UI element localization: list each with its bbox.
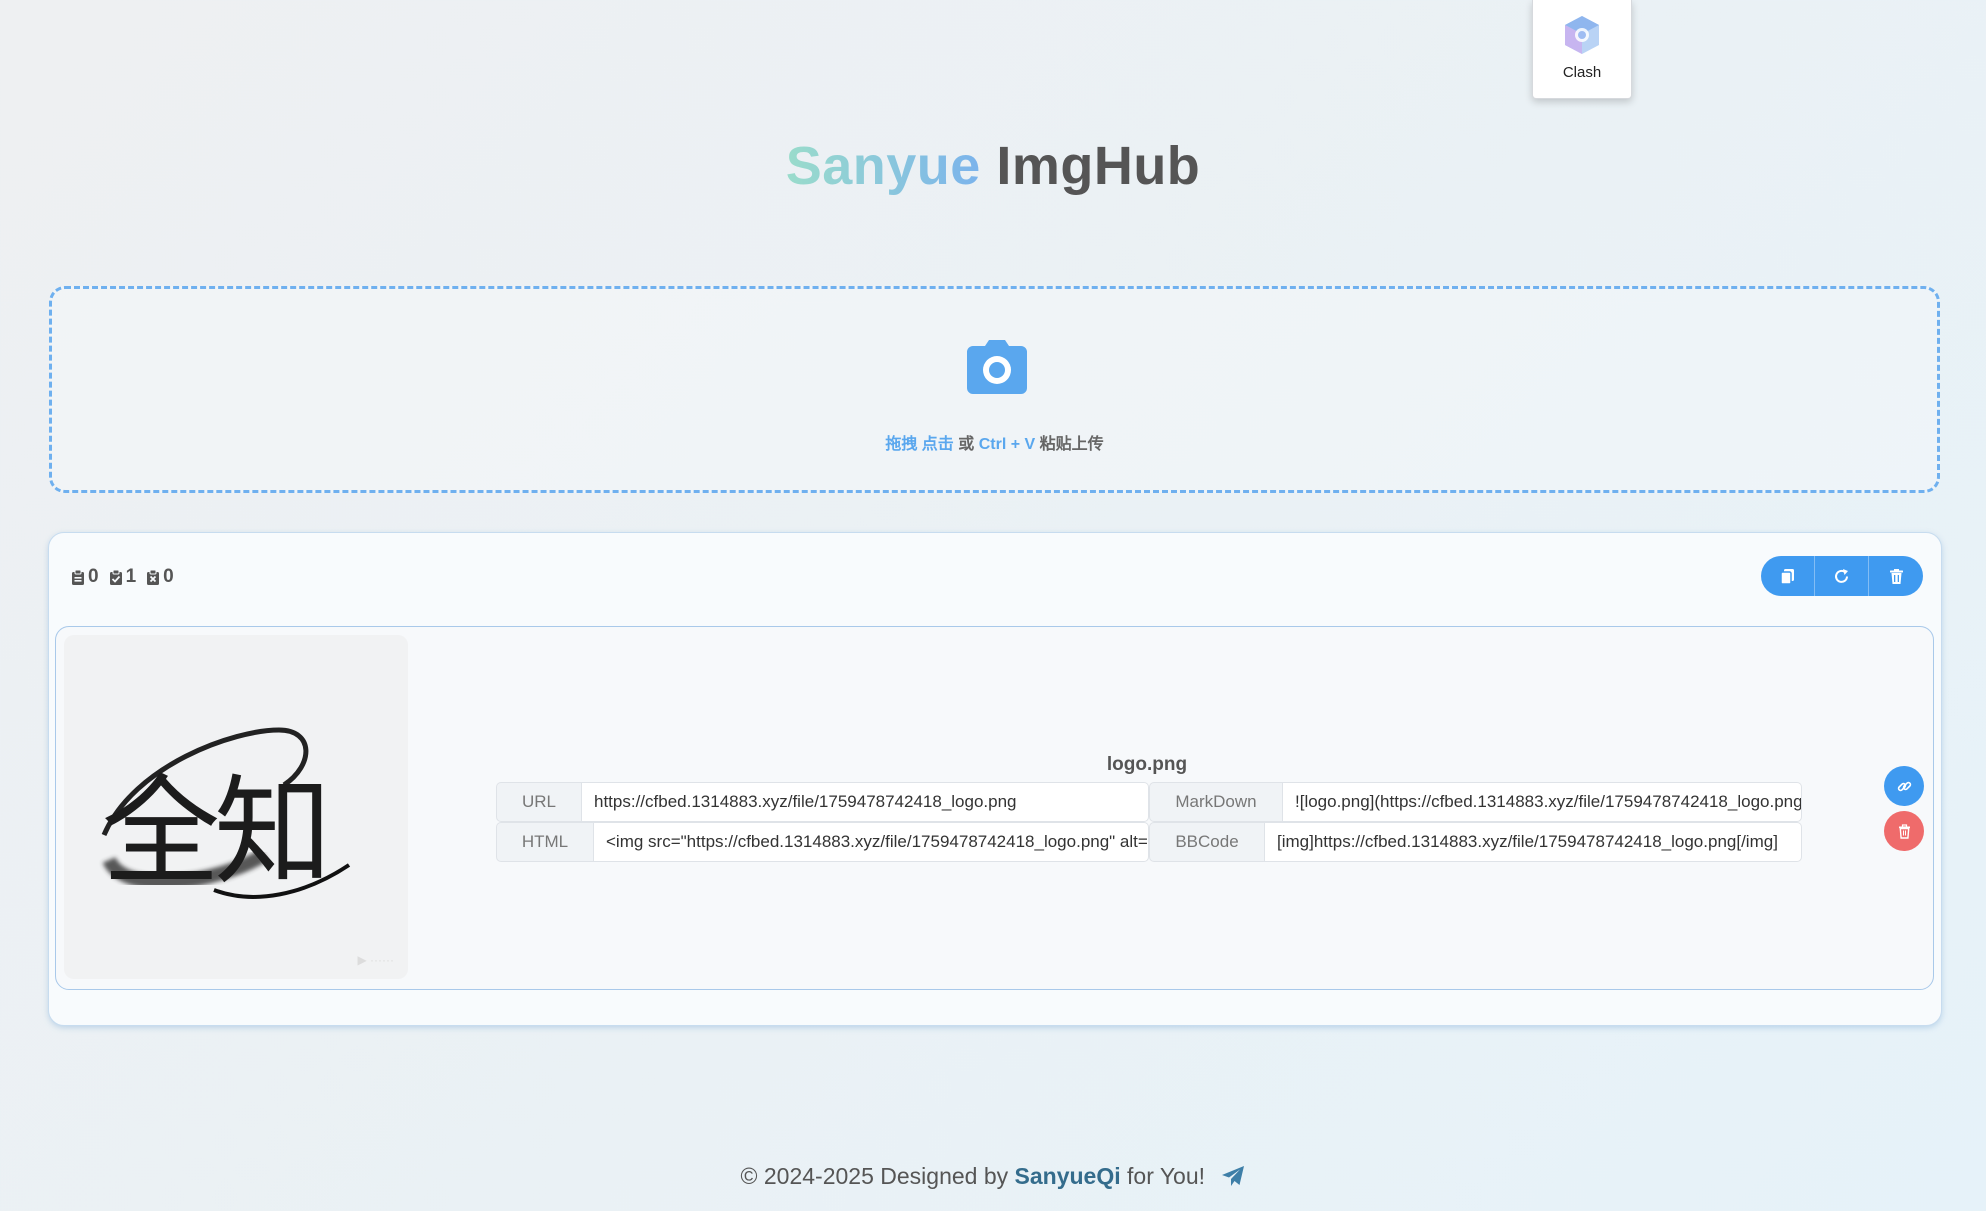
- logo-image: 全知: [101, 727, 351, 901]
- url-field[interactable]: https://cfbed.1314883.xyz/file/175947874…: [582, 782, 1149, 822]
- thumbnail-logo-text: 全知: [102, 763, 326, 901]
- clash-logo-icon: [1565, 16, 1599, 54]
- camera-icon: [967, 340, 1027, 394]
- hint-or: 或: [958, 436, 975, 453]
- upload-item-card: 全知 ▶ ······ logo.png URL https://cfbed.1…: [55, 626, 1934, 990]
- bbcode-label: BBCode: [1149, 822, 1265, 862]
- upload-results-panel: 0 1 0 全知 ▶ ······ logo.png URL https://c…: [48, 532, 1942, 1026]
- clipboard-icon: [72, 569, 84, 585]
- hint-click: 点击: [921, 436, 954, 453]
- stat-success: 1: [109, 566, 136, 588]
- stat-pending: 0: [71, 566, 99, 588]
- bulk-actions: [1761, 556, 1923, 596]
- hint-paste: 粘贴上传: [1039, 436, 1104, 453]
- copy-all-icon: [1780, 568, 1794, 585]
- footer-suffix: for You!: [1127, 1163, 1206, 1189]
- page-title: Sanyue ImgHub: [0, 135, 1986, 197]
- hint-shortcut: Ctrl + V: [978, 436, 1036, 453]
- copy-all-button[interactable]: [1761, 556, 1815, 596]
- clipboard-check-icon: [109, 569, 122, 585]
- upload-dropzone[interactable]: 拖拽 点击 或 Ctrl + V 粘贴上传: [49, 286, 1940, 493]
- title-brand: Sanyue: [785, 136, 981, 196]
- trash-icon: [1898, 823, 1910, 839]
- upload-hint: 拖拽 点击 或 Ctrl + V 粘贴上传: [52, 430, 1937, 454]
- file-name: logo.png: [1106, 754, 1188, 775]
- markdown-field[interactable]: ![logo.png](https://cfbed.1314883.xyz/fi…: [1283, 782, 1802, 822]
- clear-all-button[interactable]: [1869, 556, 1923, 596]
- footer: © 2024-2025 Designed by SanyueQi for You…: [0, 1163, 1986, 1190]
- telegram-send-icon[interactable]: [1221, 1165, 1245, 1187]
- watermark: ▶ ······: [357, 953, 394, 967]
- url-group: URL https://cfbed.1314883.xyz/file/17594…: [496, 782, 1149, 822]
- author-link[interactable]: SanyueQi: [1015, 1163, 1121, 1189]
- clash-label: Clash: [1562, 64, 1602, 81]
- markdown-label: MarkDown: [1149, 782, 1283, 822]
- html-label: HTML: [496, 822, 594, 862]
- link-row: URL https://cfbed.1314883.xyz/file/17594…: [496, 782, 1802, 822]
- clipboard-x-icon: [147, 569, 160, 585]
- stat-failed: 0: [146, 566, 174, 588]
- link-fields: URL https://cfbed.1314883.xyz/file/17594…: [496, 782, 1802, 862]
- markdown-group: MarkDown ![logo.png](https://cfbed.13148…: [1149, 782, 1802, 822]
- image-thumbnail[interactable]: 全知 ▶ ······: [64, 635, 408, 979]
- copy-link-button[interactable]: [1884, 766, 1924, 806]
- upload-stats: 0 1 0: [71, 566, 174, 588]
- url-label: URL: [496, 782, 582, 822]
- html-field[interactable]: <img src="https://cfbed.1314883.xyz/file…: [594, 822, 1149, 862]
- retry-button[interactable]: [1815, 556, 1869, 596]
- clear-all-icon: [1889, 568, 1903, 584]
- delete-item-button[interactable]: [1884, 811, 1924, 851]
- html-group: HTML <img src="https://cfbed.1314883.xyz…: [496, 822, 1149, 862]
- title-product: ImgHub: [996, 136, 1201, 196]
- hint-drag: 拖拽: [885, 436, 918, 453]
- clash-extension-popup[interactable]: Clash: [1532, 0, 1632, 99]
- bbcode-field[interactable]: [img]https://cfbed.1314883.xyz/file/1759…: [1265, 822, 1802, 862]
- link-icon: [1897, 781, 1911, 791]
- footer-prefix: © 2024-2025 Designed by: [740, 1163, 1009, 1189]
- retry-icon: [1835, 568, 1848, 583]
- bbcode-group: BBCode [img]https://cfbed.1314883.xyz/fi…: [1149, 822, 1802, 862]
- link-row: HTML <img src="https://cfbed.1314883.xyz…: [496, 822, 1802, 862]
